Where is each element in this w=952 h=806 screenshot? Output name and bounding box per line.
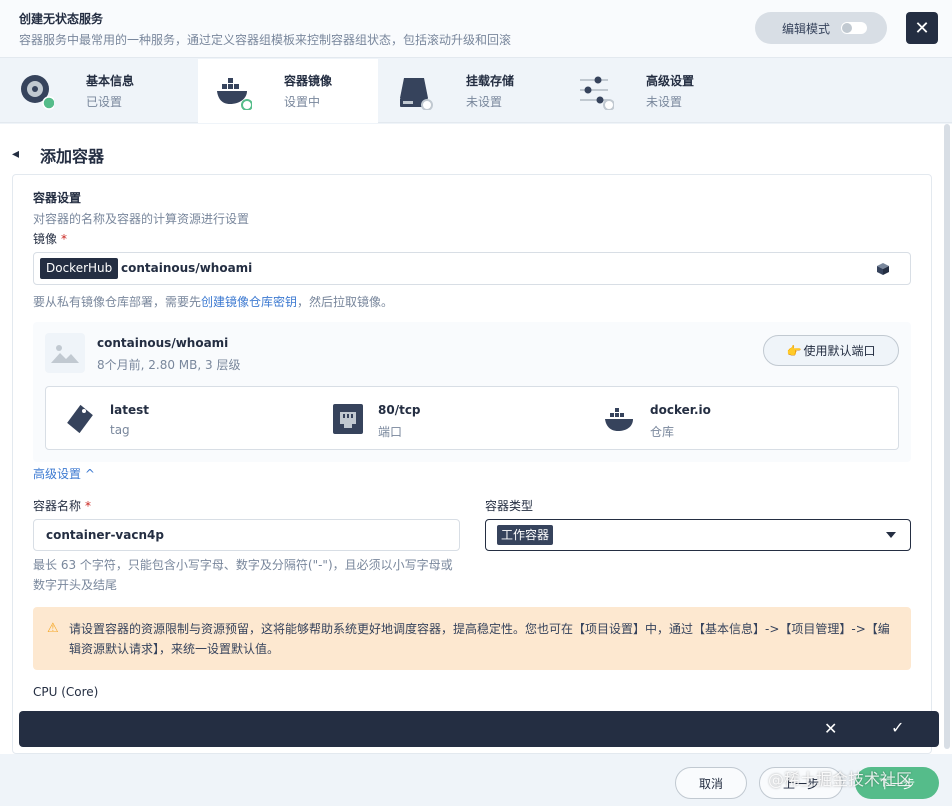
info-key: 端口 (378, 425, 403, 439)
container-type-label: 容器类型 (485, 499, 534, 513)
disc-icon (21, 75, 54, 110)
tag-icon (67, 404, 93, 434)
modal-title: 创建无状态服务 (19, 12, 104, 26)
section-description: 对容器的名称及容器的计算资源进行设置 (33, 212, 250, 226)
create-secret-link[interactable]: 创建镜像仓库密钥 (201, 295, 297, 309)
wizard-steps: 基本信息 已设置 容器镜像 设置中 挂载存储 未设置 高级设置 未设置 (0, 59, 952, 123)
cpu-label: CPU (Core) (33, 685, 99, 699)
step-storage[interactable]: 挂载存储 未设置 (380, 59, 560, 123)
container-name-hint: 最长 63 个字符，只能包含小写字母、数字及分隔符("-")，且必须以小写字母或… (33, 558, 453, 592)
watermark: @稀土掘金技术社区 (768, 770, 913, 789)
modal-description: 容器服务中最常用的一种服务，通过定义容器组模板来控制容器组状态，包括滚动升级和回… (19, 33, 512, 47)
info-value: docker.io (650, 403, 711, 417)
resource-warning: ⚠ 请设置容器的资源限制与资源预留，这将能够帮助系统更好地调度容器，提高稳定性。… (33, 607, 911, 670)
container-settings-card: 容器设置 对容器的名称及容器的计算资源进行设置 镜像 * DockerHub co… (12, 174, 932, 754)
check-icon[interactable]: ✓ (891, 718, 904, 737)
modal-header: 创建无状态服务 容器服务中最常用的一种服务，通过定义容器组模板来控制容器组状态，… (0, 0, 952, 58)
info-value: 80/tcp (378, 403, 421, 417)
cancel-button[interactable]: 取消 (675, 767, 747, 799)
image-meta: 8个月前, 2.80 MB, 3 层级 (97, 358, 241, 372)
required-mark: * (85, 499, 92, 513)
step-status: 未设置 (646, 95, 683, 109)
hint-prefix: 要从私有镜像仓库部署，需要先 (33, 295, 202, 309)
main-content: ◂ 添加容器 容器设置 对容器的名称及容器的计算资源进行设置 镜像 * Docke… (0, 124, 952, 806)
image-details: latest tag 80/tcp 端口 docker.io 仓库 (45, 386, 899, 450)
docker-icon (217, 78, 252, 110)
step-advanced[interactable]: 高级设置 未设置 (560, 59, 740, 123)
required-mark: * (61, 232, 68, 246)
port-icon (333, 404, 363, 434)
disk-icon (400, 78, 433, 110)
hint-suffix: ，然后拉取镜像。 (297, 295, 394, 309)
edit-mode-label: 编辑模式 (782, 21, 831, 36)
image-label: 镜像 * (33, 230, 67, 247)
container-name-label: 容器名称 * (33, 497, 91, 514)
back-arrow-icon[interactable]: ◂ (12, 146, 19, 162)
image-input[interactable]: DockerHub containous/whoami (33, 252, 911, 285)
container-type-select[interactable]: 工作容器 (485, 519, 911, 551)
label-text: 容器名称 (33, 499, 82, 513)
warning-icon: ⚠ (47, 621, 59, 636)
cube-icon[interactable] (876, 262, 890, 276)
close-icon[interactable]: ✕ (824, 719, 837, 738)
docker-icon (605, 408, 633, 431)
close-icon: ✕ (914, 17, 930, 39)
modal-footer: 取消 上一步 下一步 @稀土掘金技术社区 (0, 754, 952, 806)
vertical-scrollbar[interactable] (944, 124, 950, 749)
close-button[interactable]: ✕ (906, 12, 938, 44)
step-label: 高级设置 (646, 74, 695, 88)
registry-tag[interactable]: DockerHub (40, 258, 119, 279)
advanced-settings-toggle[interactable]: 高级设置 ^ (33, 465, 95, 482)
step-status: 已设置 (86, 95, 123, 109)
image-value: containous/whoami (121, 261, 253, 275)
sliders-icon (580, 76, 614, 110)
toggle-switch-icon (841, 22, 867, 34)
page-title: 添加容器 (40, 147, 105, 166)
step-label: 基本信息 (86, 74, 135, 88)
step-container-image[interactable]: 容器镜像 设置中 (198, 59, 378, 123)
image-name: containous/whoami (97, 336, 229, 350)
image-label-text: 镜像 (33, 232, 58, 246)
image-info-panel: containous/whoami 8个月前, 2.80 MB, 3 层级 👉 使… (33, 322, 911, 462)
button-label: 使用默认端口 (803, 344, 876, 358)
info-key: tag (110, 423, 130, 437)
info-value: latest (110, 403, 149, 417)
warning-text: 请设置容器的资源限制与资源预留，这将能够帮助系统更好地调度容器，提高稳定性。您也… (69, 622, 890, 656)
step-status: 未设置 (466, 95, 503, 109)
step-status: 设置中 (284, 95, 321, 109)
action-bar: ✕ ✓ (19, 711, 939, 747)
info-key: 仓库 (650, 425, 675, 439)
port-hand-icon: 👉 (786, 343, 802, 358)
edit-mode-toggle[interactable]: 编辑模式 (755, 12, 887, 44)
step-basic-info[interactable]: 基本信息 已设置 (0, 59, 180, 123)
chevron-down-icon (886, 532, 896, 538)
image-thumbnail (45, 333, 85, 373)
container-type-value: 工作容器 (497, 525, 554, 545)
container-name-input[interactable]: container-vacn4p (33, 519, 460, 551)
registry-hint: 要从私有镜像仓库部署，需要先创建镜像仓库密钥，然后拉取镜像。 (33, 293, 393, 310)
image-placeholder-icon (51, 345, 79, 363)
step-label: 容器镜像 (284, 74, 333, 88)
use-default-port-button[interactable]: 👉 使用默认端口 (763, 335, 899, 366)
step-label: 挂载存储 (466, 74, 515, 88)
section-title: 容器设置 (33, 191, 82, 205)
